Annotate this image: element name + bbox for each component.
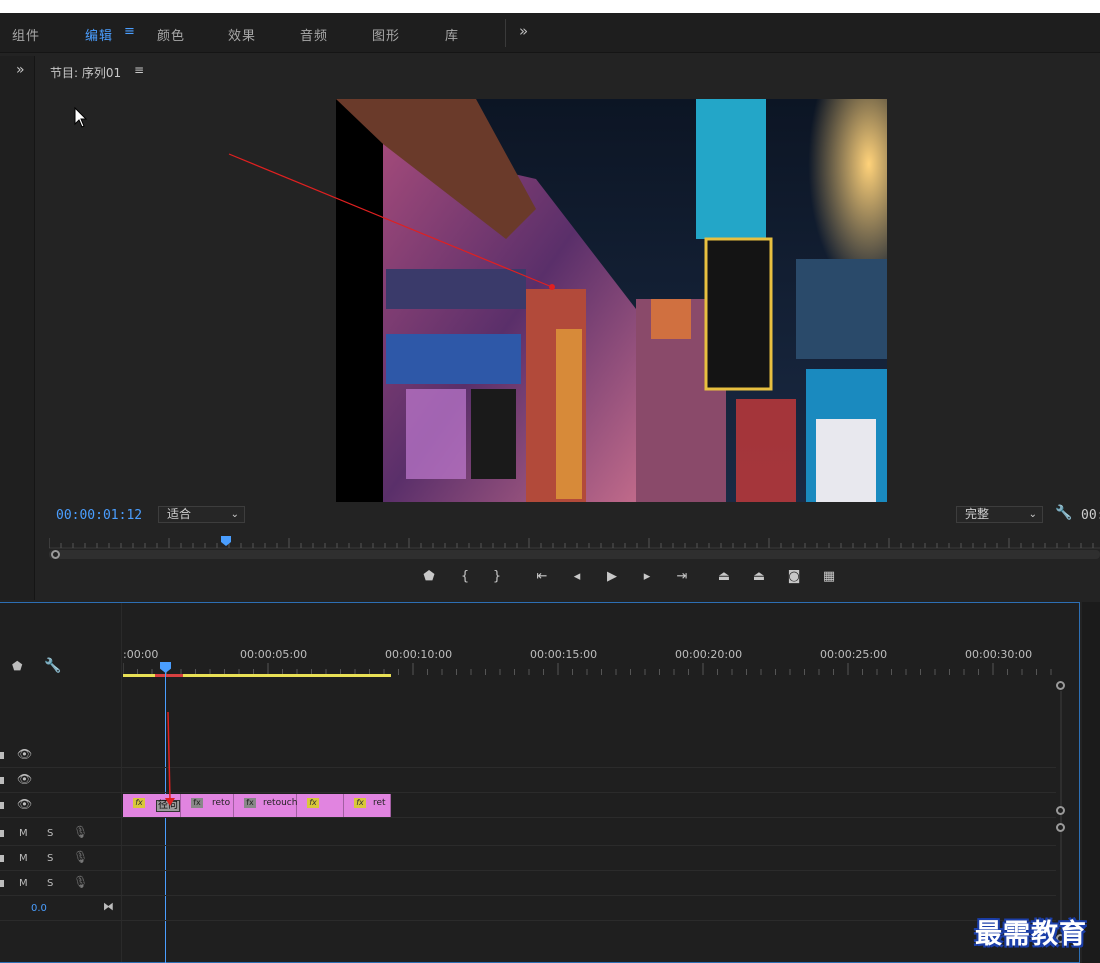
annotation-arrow-head [165,798,175,806]
annotation-arrow-head [549,284,555,290]
annotation-arrow [167,711,171,801]
watermark-logo: 最需教育 [975,919,1087,950]
mouse-cursor-icon [74,106,88,128]
annotation-arrow [228,153,553,288]
annotation-overlay [74,106,555,806]
